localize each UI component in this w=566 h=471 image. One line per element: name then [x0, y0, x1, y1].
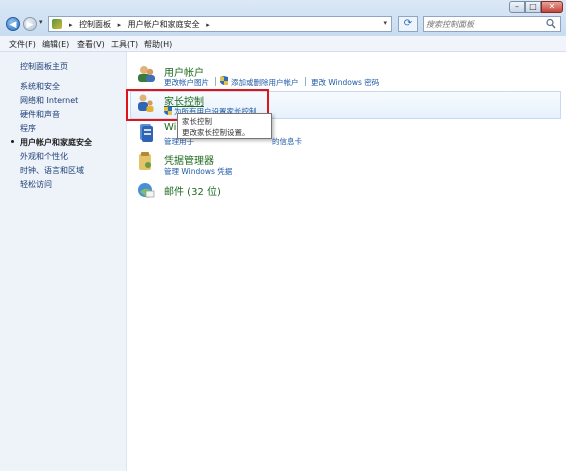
- address-dropdown-icon[interactable]: ▾: [383, 19, 387, 27]
- sidebar-item-ease-of-access[interactable]: 轻松访问: [20, 179, 52, 190]
- sidebar-item-appearance[interactable]: 外观和个性化: [20, 151, 68, 162]
- sidebar-item-programs[interactable]: 程序: [20, 123, 36, 134]
- search-icon[interactable]: [546, 18, 556, 30]
- uac-shield-icon: [220, 76, 228, 85]
- sidebar-item-hardware-sound[interactable]: 硬件和声音: [20, 109, 60, 120]
- user-accounts-icon: [138, 66, 155, 82]
- search-input[interactable]: [426, 18, 538, 30]
- cardspace-icon: [140, 124, 153, 142]
- chevron-right-icon[interactable]: ▸: [69, 21, 73, 29]
- breadcrumb: ▸ 控制面板 ▸ 用户帐户和家庭安全 ▸: [65, 19, 214, 30]
- current-item-bullet: [11, 140, 14, 143]
- menu-help[interactable]: 帮助(H): [144, 39, 172, 50]
- back-button[interactable]: ◀: [6, 17, 20, 31]
- manage-cards-link-end[interactable]: 的信息卡: [272, 136, 302, 147]
- sidebar-item-clock-language-region[interactable]: 时钟、语言和区域: [20, 165, 84, 176]
- change-windows-password-link[interactable]: 更改 Windows 密码: [311, 77, 379, 88]
- chevron-right-icon[interactable]: ▸: [206, 21, 210, 29]
- add-remove-accounts-link[interactable]: 添加或删除用户帐户: [231, 77, 299, 88]
- sidebar-item-network-internet[interactable]: 网络和 Internet: [20, 95, 78, 106]
- search-box[interactable]: [423, 16, 561, 32]
- tooltip-title: 家长控制: [182, 117, 212, 126]
- address-bar: – □ ✕ ◀ ▶ ▾ ▸ 控制面板 ▸ 用户帐户和家庭安全 ▸ ▾ ⟳: [0, 0, 566, 36]
- tooltip: 家长控制 更改家长控制设置。: [177, 113, 272, 139]
- maximize-button[interactable]: □: [525, 1, 541, 13]
- sidebar: 控制面板主页 系统和安全 网络和 Internet 硬件和声音 程序 用户帐户和…: [0, 52, 127, 471]
- change-account-picture-link[interactable]: 更改帐户图片: [164, 77, 209, 88]
- refresh-button[interactable]: ⟳: [398, 16, 418, 32]
- menu-bar: 文件(F) 编辑(E) 查看(V) 工具(T) 帮助(H): [0, 36, 566, 52]
- minimize-button[interactable]: –: [509, 1, 525, 13]
- breadcrumb-user-accounts-family[interactable]: 用户帐户和家庭安全: [128, 20, 200, 29]
- manage-windows-credentials-link[interactable]: 管理 Windows 凭据: [164, 166, 232, 177]
- menu-view[interactable]: 查看(V): [77, 39, 105, 50]
- menu-file[interactable]: 文件(F): [9, 39, 36, 50]
- control-panel-icon: [52, 19, 62, 29]
- address-box[interactable]: ▸ 控制面板 ▸ 用户帐户和家庭安全 ▸ ▾: [48, 16, 392, 32]
- close-button[interactable]: ✕: [541, 1, 563, 13]
- divider: [215, 77, 216, 86]
- history-dropdown-icon[interactable]: ▾: [39, 18, 43, 26]
- sidebar-item-control-panel-home[interactable]: 控制面板主页: [20, 61, 68, 72]
- breadcrumb-control-panel[interactable]: 控制面板: [79, 20, 111, 29]
- menu-tools[interactable]: 工具(T): [111, 39, 138, 50]
- sidebar-item-user-accounts-family: 用户帐户和家庭安全: [20, 138, 92, 147]
- sidebar-item-system-security[interactable]: 系统和安全: [20, 81, 60, 92]
- mail-icon: [138, 183, 155, 198]
- forward-button[interactable]: ▶: [23, 17, 37, 31]
- divider: [305, 77, 306, 86]
- credential-manager-title[interactable]: 凭据管理器: [164, 152, 214, 167]
- windows-cardspace-title-start[interactable]: Wi: [164, 122, 176, 133]
- chevron-right-icon[interactable]: ▸: [118, 21, 122, 29]
- mail-title[interactable]: 邮件 (32 位): [164, 183, 221, 198]
- tooltip-text: 更改家长控制设置。: [182, 128, 250, 137]
- credential-manager-icon: [139, 152, 151, 170]
- menu-edit[interactable]: 编辑(E): [42, 39, 69, 50]
